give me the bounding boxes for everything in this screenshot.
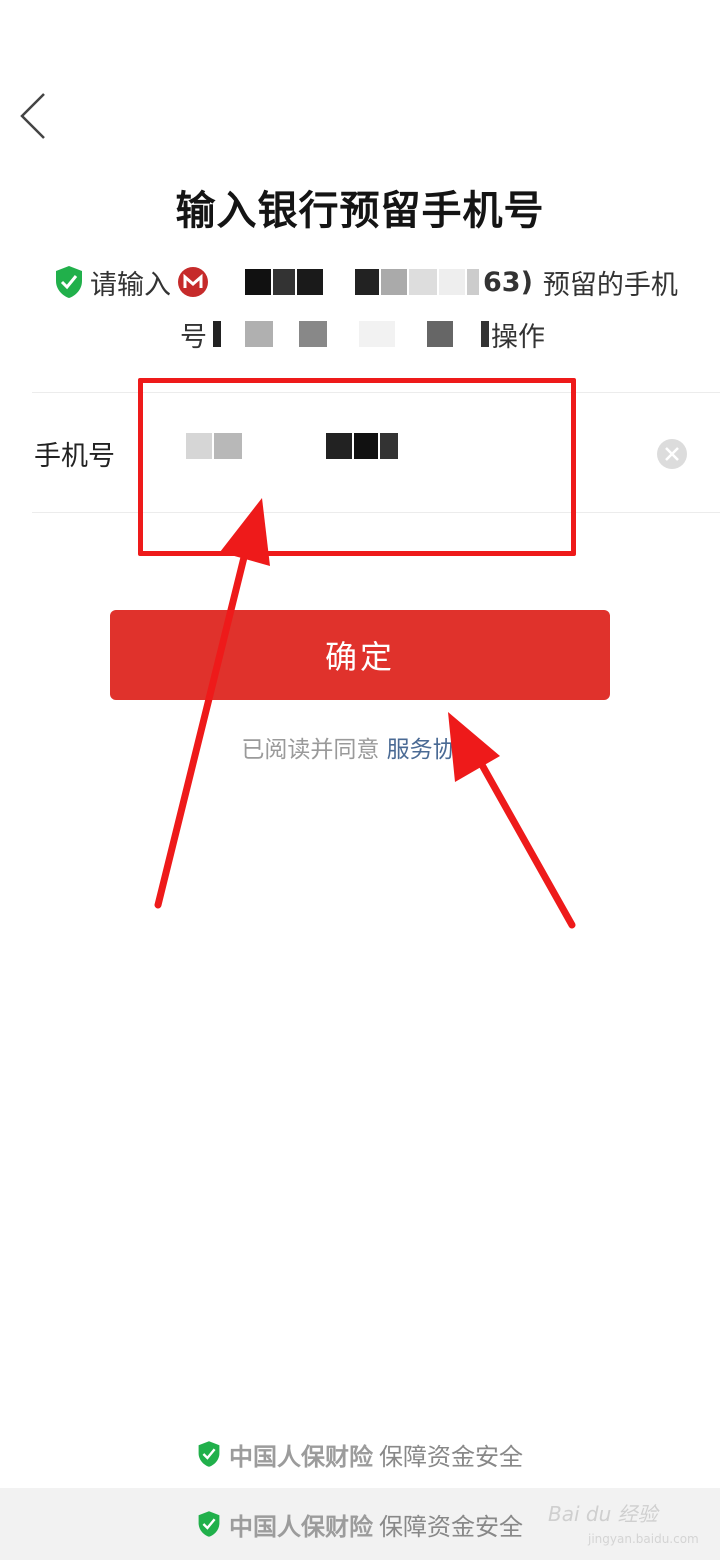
page-title: 输入银行预留手机号 <box>175 188 545 234</box>
service-agreement-link[interactable]: 服务协议 <box>387 737 479 763</box>
notice-line-1: 请输入 63) 预留的手机 <box>54 262 678 302</box>
notice-line-2: 号 操作 <box>180 314 545 354</box>
security-footer: 中国人保财险 保障资金安全 <box>0 1436 720 1472</box>
redacted-card-info <box>245 269 481 295</box>
footer-slogan: 保障资金安全 <box>379 1442 523 1471</box>
notice-prefix: 请输入 <box>90 269 171 301</box>
agreement-prefix: 已阅读并同意 <box>241 737 380 763</box>
confirm-button[interactable]: 确定 <box>110 610 610 700</box>
notice-line1-tail: 预留的手机 <box>542 269 678 301</box>
footer-brand: 中国人保财险 <box>229 1512 373 1541</box>
phone-label: 手机号 <box>34 441 115 472</box>
annotation-highlight-box <box>138 378 576 556</box>
shield-check-icon <box>198 1511 220 1537</box>
agreement-text: 已阅读并同意 服务协议 <box>0 730 720 764</box>
card-suffix: 63) <box>483 266 533 298</box>
notice-line2-tail: 操作 <box>491 321 545 353</box>
watermark: Bai du 经验 <box>548 1502 658 1526</box>
footer-brand: 中国人保财险 <box>229 1442 373 1471</box>
clear-input-button[interactable] <box>656 438 688 470</box>
redacted-phone-info <box>213 321 491 347</box>
bank-logo-icon <box>178 267 208 297</box>
notice-line2-head: 号 <box>180 321 207 353</box>
shield-check-icon <box>56 266 82 298</box>
chevron-left-icon <box>20 93 45 139</box>
watermark-url: jingyan.baidu.com <box>588 1532 699 1546</box>
footer-slogan: 保障资金安全 <box>379 1512 523 1541</box>
shield-check-icon <box>198 1441 220 1467</box>
arrow-up-to-input <box>154 498 270 909</box>
back-button[interactable] <box>14 88 54 144</box>
clear-circle-icon <box>657 439 687 469</box>
